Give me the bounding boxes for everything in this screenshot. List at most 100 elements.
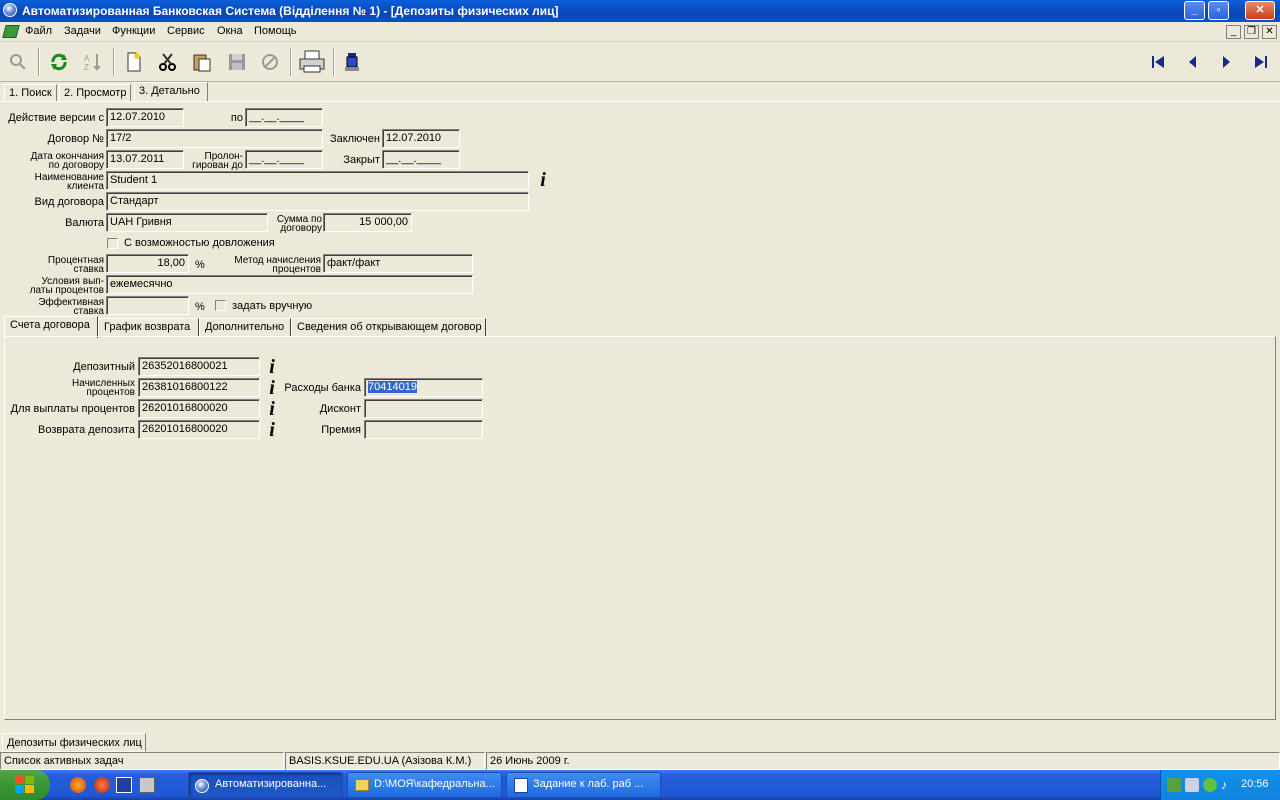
task-word[interactable]: Задание к лаб. раб ... <box>506 772 661 798</box>
maximize-button[interactable]: ▫ <box>1208 1 1229 20</box>
tab-detail[interactable]: 3. Детально <box>134 82 208 102</box>
tray-network-icon[interactable] <box>1167 778 1181 792</box>
premium-label: Премия <box>321 424 361 436</box>
menu-file[interactable]: Файл <box>25 25 52 37</box>
app-menu-icon[interactable] <box>2 25 20 38</box>
menu-bar: Файл Задачи Функции Сервис Окна Помощь _… <box>0 22 1280 42</box>
status-server: BASIS.KSUE.EDU.UA (Азізова К.М.) <box>285 752 485 770</box>
filter-icon[interactable] <box>340 50 364 74</box>
app-globe-icon[interactable] <box>3 3 17 17</box>
return-account-label: Возврата депозита <box>37 424 135 436</box>
toolbar: AZ <box>0 42 1280 82</box>
status-tasks[interactable]: Список активных задач <box>0 752 284 770</box>
method-label-line2: процентов <box>272 264 321 275</box>
version-to-label: по <box>230 112 243 124</box>
task-abs-app[interactable]: Автоматизированна... <box>188 772 343 798</box>
topup-checkbox[interactable] <box>107 238 118 249</box>
tray-volume-icon[interactable]: ♪ <box>1221 778 1235 792</box>
discount-field[interactable] <box>364 399 483 418</box>
mdi-close-button[interactable]: ✕ <box>1262 25 1277 39</box>
subtab-additional[interactable]: Дополнительно <box>199 318 291 337</box>
end-date-field[interactable]: 13.07.2011 <box>106 150 184 169</box>
manual-checkbox[interactable] <box>215 300 226 311</box>
tab-view[interactable]: 2. Просмотр <box>59 84 132 102</box>
menu-help[interactable]: Помощь <box>254 25 297 37</box>
contract-field[interactable]: 17/2 <box>106 129 323 148</box>
accrued-info-icon[interactable]: i <box>262 378 282 399</box>
close-button[interactable]: ✕ <box>1245 1 1275 20</box>
return-info-icon[interactable]: i <box>262 420 282 441</box>
client-field[interactable]: Student 1 <box>106 171 529 190</box>
accrued-label-line2: процентов <box>86 387 135 398</box>
toolbar-separator <box>38 48 40 76</box>
return-account-field[interactable]: 26201016800020 <box>138 420 260 439</box>
mdi-window-bar: Депозиты физических лиц <box>0 732 1280 752</box>
rate-field[interactable]: 18,00 <box>106 254 189 273</box>
tray-device-icon[interactable] <box>1185 778 1199 792</box>
concluded-field[interactable]: 12.07.2010 <box>382 129 460 148</box>
cut-icon[interactable] <box>156 50 180 74</box>
manual-label: задать вручную <box>232 300 313 312</box>
first-record-icon[interactable] <box>1146 50 1170 74</box>
zoom-icon[interactable] <box>6 50 30 74</box>
new-document-icon[interactable] <box>122 50 146 74</box>
prolong-field[interactable]: __.__.____ <box>245 150 323 169</box>
rate-percent-sign: % <box>195 259 205 271</box>
task-folder[interactable]: D:\МОЯ\кафедральна... <box>347 772 502 798</box>
subtab-accounts[interactable]: Счета договора <box>4 316 98 338</box>
subtab-schedule[interactable]: График возврата <box>98 318 199 337</box>
closed-field[interactable]: __.__.____ <box>382 150 460 169</box>
deposit-info-icon[interactable]: i <box>262 357 282 378</box>
menu-windows[interactable]: Окна <box>217 25 243 37</box>
accrued-account-field[interactable]: 26381016800122 <box>138 378 260 397</box>
deposit-account-field[interactable]: 26352016800021 <box>138 357 260 376</box>
version-to-field[interactable]: __.__.____ <box>245 108 323 127</box>
amount-field[interactable]: 15 000,00 <box>323 213 412 232</box>
paste-icon[interactable] <box>190 50 214 74</box>
quicklaunch-app-icon[interactable] <box>116 777 132 793</box>
rate-label-line2: ставка <box>73 264 105 275</box>
mdi-restore-button[interactable]: ❐ <box>1244 25 1259 39</box>
contract-type-field[interactable]: Стандарт <box>106 192 529 211</box>
menu-service[interactable]: Сервис <box>167 25 205 37</box>
firefox-icon[interactable] <box>70 777 86 793</box>
bank-expense-field[interactable]: 70414019 <box>364 378 483 397</box>
menu-tasks[interactable]: Задачи <box>64 25 101 37</box>
currency-field[interactable]: UAH Гривня <box>106 213 268 232</box>
title-bar[interactable]: Автоматизированная Банковская Система (В… <box>0 0 1280 22</box>
start-button[interactable] <box>0 770 50 800</box>
concluded-label: Заключен <box>329 133 380 145</box>
sort-icon[interactable]: AZ <box>81 50 105 74</box>
eff-rate-field[interactable] <box>106 296 189 315</box>
refresh-icon[interactable] <box>47 50 71 74</box>
client-label-line2: клиента <box>66 181 104 192</box>
opera-icon[interactable] <box>94 777 110 793</box>
accounts-panel: Депозитный 26352016800021 i Начисленных … <box>4 336 1276 720</box>
tray-status-icon[interactable] <box>1203 778 1217 792</box>
print-icon[interactable] <box>298 50 326 74</box>
menu-functions[interactable]: Функции <box>112 25 155 37</box>
mdi-minimize-button[interactable]: _ <box>1226 25 1241 39</box>
tray-clock: 20:56 <box>1241 778 1269 790</box>
next-record-icon[interactable] <box>1214 50 1238 74</box>
version-from-field[interactable]: 12.07.2010 <box>106 108 184 127</box>
task-word-label: Задание к лаб. раб ... <box>533 778 644 790</box>
save-icon[interactable] <box>225 50 249 74</box>
prev-record-icon[interactable] <box>1181 50 1205 74</box>
payout-field[interactable]: ежемесячно <box>106 275 473 294</box>
topup-label: С возможностью довложения <box>124 237 275 249</box>
payout-info-icon[interactable]: i <box>262 399 282 420</box>
cancel-icon[interactable] <box>258 50 282 74</box>
closed-label: Закрыт <box>343 154 380 166</box>
payout-account-field[interactable]: 26201016800020 <box>138 399 260 418</box>
premium-field[interactable] <box>364 420 483 439</box>
method-field[interactable]: факт/факт <box>323 254 473 273</box>
client-info-icon[interactable]: i <box>533 170 553 191</box>
calculator-icon[interactable] <box>139 777 155 793</box>
tab-search[interactable]: 1. Поиск <box>4 84 57 102</box>
version-from-label: Действие версии с <box>8 112 104 124</box>
last-record-icon[interactable] <box>1249 50 1273 74</box>
mdi-tab-deposits[interactable]: Депозиты физических лиц <box>2 733 146 752</box>
minimize-button[interactable]: _ <box>1184 1 1205 20</box>
subtab-opener[interactable]: Сведения об открывающем договор <box>291 318 486 337</box>
